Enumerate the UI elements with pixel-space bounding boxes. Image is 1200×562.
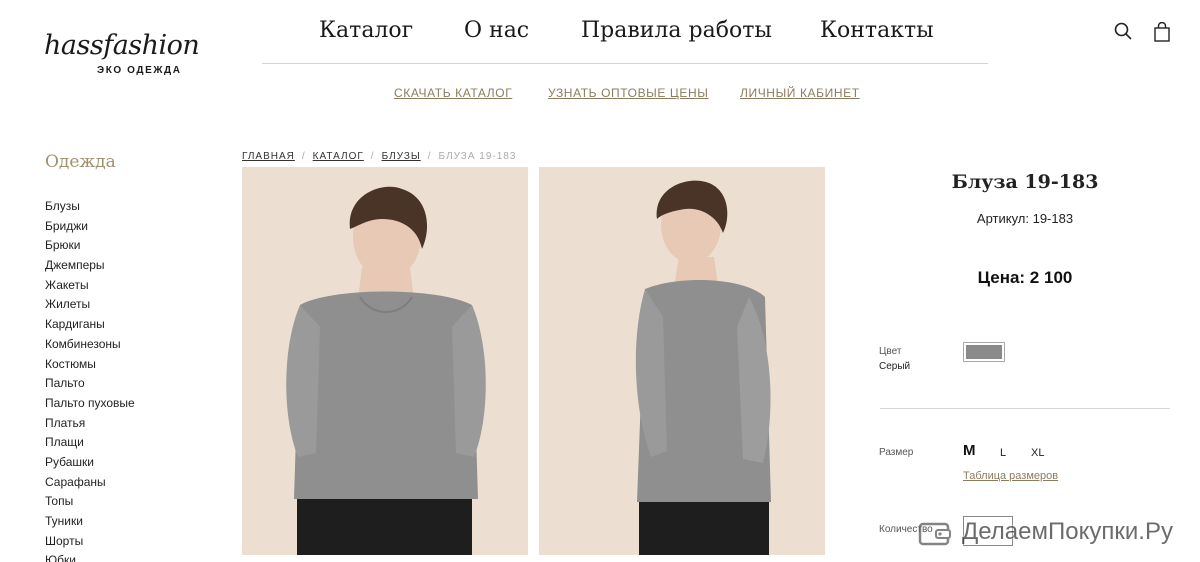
breadcrumb-blouses[interactable]: БЛУЗЫ (382, 151, 421, 162)
color-swatch[interactable] (963, 342, 1005, 362)
divider (880, 408, 1170, 409)
sidebar-title: Одежда (45, 152, 116, 172)
category-item[interactable]: Комбинезоны (45, 337, 135, 357)
nav-rules[interactable]: Правила работы (581, 18, 772, 43)
breadcrumb-separator: / (370, 151, 375, 162)
category-item[interactable]: Брюки (45, 238, 135, 258)
category-item[interactable]: Шорты (45, 534, 135, 554)
logo-script: hassfashion (44, 30, 200, 61)
product-price: Цена: 2 100 (880, 268, 1170, 288)
size-option-l[interactable]: L (1000, 447, 1006, 459)
category-item[interactable]: Туники (45, 514, 135, 534)
product-photo-front[interactable] (242, 167, 528, 555)
watermark-text: ДелаемПокупки.Ру (962, 518, 1173, 545)
category-item[interactable]: Платья (45, 416, 135, 436)
logo-subtitle: ЭКО ОДЕЖДА (97, 65, 182, 76)
category-item[interactable]: Топы (45, 494, 135, 514)
shopping-bag-icon[interactable] (1154, 21, 1170, 47)
size-label: Размер (879, 447, 914, 458)
category-item[interactable]: Пальто (45, 376, 135, 396)
wholesale-prices-link[interactable]: УЗНАТЬ ОПТОВЫЕ ЦЕНЫ (548, 86, 709, 100)
nav-about[interactable]: О нас (464, 18, 529, 43)
category-item[interactable]: Жакеты (45, 278, 135, 298)
color-swatch-fill (966, 345, 1002, 359)
category-item[interactable]: Жилеты (45, 297, 135, 317)
category-item[interactable]: Блузы (45, 199, 135, 219)
category-item[interactable]: Юбки (45, 553, 135, 562)
color-label: Цвет (879, 346, 902, 357)
category-item[interactable]: Джемперы (45, 258, 135, 278)
size-option-xl[interactable]: XL (1031, 447, 1044, 459)
category-list: Блузы Бриджи Брюки Джемперы Жакеты Жилет… (45, 199, 135, 562)
logo[interactable]: hassfashion ЭКО ОДЕЖДА (44, 22, 200, 86)
breadcrumb-home[interactable]: ГЛАВНАЯ (242, 151, 295, 162)
category-item[interactable]: Пальто пуховые (45, 396, 135, 416)
product-article: Артикул: 19-183 (976, 211, 1074, 226)
category-item[interactable]: Кардиганы (45, 317, 135, 337)
category-item[interactable]: Рубашки (45, 455, 135, 475)
personal-account-link[interactable]: ЛИЧНЫЙ КАБИНЕТ (740, 86, 860, 100)
color-value: Серый (879, 361, 911, 372)
category-item[interactable]: Сарафаны (45, 475, 135, 495)
watermark-wallet-icon (918, 520, 952, 546)
nav-contacts[interactable]: Контакты (820, 18, 934, 43)
breadcrumb-current: БЛУЗА 19-183 (438, 151, 517, 162)
category-item[interactable]: Плащи (45, 435, 135, 455)
breadcrumb-separator: / (427, 151, 432, 162)
main-nav: Каталог О нас Правила работы Контакты (262, 18, 988, 64)
category-item[interactable]: Костюмы (45, 357, 135, 377)
category-item[interactable]: Бриджи (45, 219, 135, 239)
product-title: Блуза 19-183 (951, 171, 1099, 193)
breadcrumb-catalog[interactable]: КАТАЛОГ (313, 151, 364, 162)
breadcrumb: ГЛАВНАЯ / КАТАЛОГ / БЛУЗЫ / БЛУЗА 19-183 (242, 151, 516, 162)
size-option-m[interactable]: M (963, 442, 976, 459)
product-photo-side[interactable] (539, 167, 825, 555)
nav-catalog[interactable]: Каталог (319, 18, 413, 43)
price-text: Цена: 2 100 (977, 268, 1073, 287)
size-table-link[interactable]: Таблица размеров (963, 470, 1058, 482)
breadcrumb-separator: / (301, 151, 306, 162)
search-icon[interactable] (1114, 22, 1132, 45)
download-catalog-link[interactable]: СКАЧАТЬ КАТАЛОГ (394, 86, 512, 100)
